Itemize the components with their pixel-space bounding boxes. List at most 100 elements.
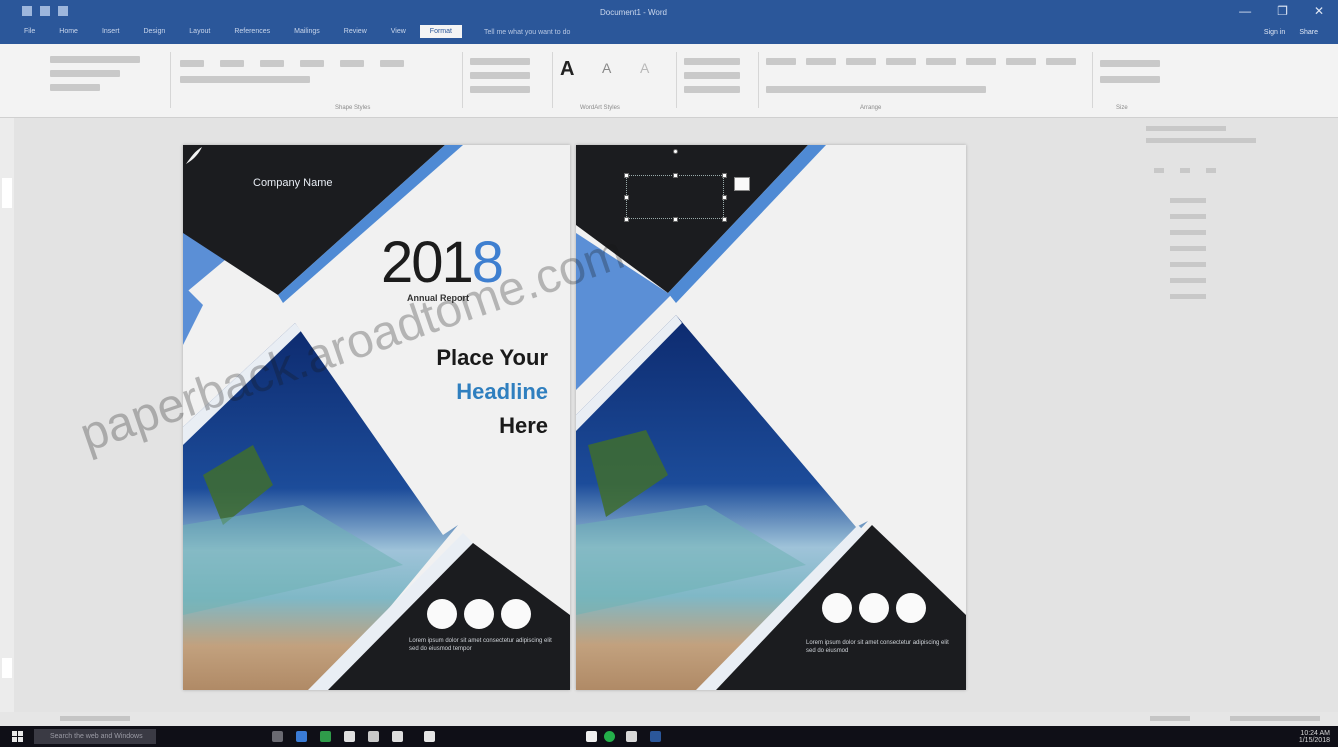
- file-explorer-icon[interactable]: [368, 731, 379, 742]
- pane-list-item[interactable]: [1170, 262, 1206, 267]
- wordart-style-black-a[interactable]: A: [560, 58, 574, 81]
- tab-view[interactable]: View: [381, 25, 416, 38]
- close-button[interactable]: ✕: [1314, 4, 1324, 18]
- app-icon[interactable]: [586, 731, 597, 742]
- shapes-gallery[interactable]: [50, 56, 140, 63]
- rotate-handle[interactable]: [673, 149, 678, 154]
- windows-start-icon[interactable]: [12, 731, 23, 742]
- sign-in-link[interactable]: Sign in: [1264, 29, 1285, 36]
- resize-handle[interactable]: [673, 217, 678, 222]
- create-link-button[interactable]: [684, 86, 740, 93]
- pane-list-item[interactable]: [1170, 230, 1206, 235]
- pane-list-item[interactable]: [1170, 294, 1206, 299]
- tab-review[interactable]: Review: [334, 25, 377, 38]
- tab-home[interactable]: Home: [49, 25, 88, 38]
- tab-format[interactable]: Format: [419, 25, 462, 38]
- side-pane: [1140, 118, 1300, 318]
- resize-handle[interactable]: [722, 173, 727, 178]
- undo-icon[interactable]: [40, 6, 50, 16]
- resize-handle[interactable]: [624, 173, 629, 178]
- word-taskbar-icon[interactable]: [650, 731, 661, 742]
- pane-list-item[interactable]: [1170, 198, 1206, 203]
- shape-style-4[interactable]: [300, 60, 324, 67]
- tab-design[interactable]: Design: [133, 25, 175, 38]
- layout-options-icon[interactable]: [734, 177, 750, 191]
- tell-me-box[interactable]: Tell me what you want to do: [484, 29, 570, 36]
- system-tray-clock[interactable]: 10:24 AM 1/15/2018: [1299, 730, 1330, 744]
- company-name: Company Name: [253, 177, 333, 189]
- save-icon[interactable]: [22, 6, 32, 16]
- resize-handle[interactable]: [673, 173, 678, 178]
- headline-line-2: Headline: [456, 379, 548, 404]
- app-icon[interactable]: [392, 731, 403, 742]
- align-button[interactable]: [966, 58, 996, 65]
- pane-option[interactable]: [1206, 168, 1216, 173]
- chrome-icon[interactable]: [604, 731, 615, 742]
- view-buttons[interactable]: [1150, 716, 1190, 721]
- text-box-button[interactable]: [50, 84, 100, 91]
- bring-forward-button[interactable]: [846, 58, 876, 65]
- store-icon[interactable]: [344, 731, 355, 742]
- text-outline-icon[interactable]: A: [640, 60, 649, 76]
- shape-width-input[interactable]: [1100, 76, 1160, 83]
- shape-effects-dropdown[interactable]: [470, 86, 530, 93]
- document-page-1[interactable]: Company Name 2018 Annual Report Place Yo…: [183, 145, 570, 690]
- task-view-icon[interactable]: [272, 731, 283, 742]
- app-icon[interactable]: [626, 731, 637, 742]
- resize-handle[interactable]: [624, 217, 629, 222]
- send-backward-button[interactable]: [886, 58, 916, 65]
- maximize-button[interactable]: ❐: [1277, 4, 1288, 18]
- group-label-arrange: Arrange: [860, 105, 882, 111]
- edit-shape-button[interactable]: [50, 70, 120, 77]
- tab-layout[interactable]: Layout: [179, 25, 220, 38]
- rotate-button[interactable]: [1046, 58, 1076, 65]
- pane-option[interactable]: [1154, 168, 1164, 173]
- resize-handle[interactable]: [722, 217, 727, 222]
- app-icon[interactable]: [320, 731, 331, 742]
- arrange-group: [766, 50, 1086, 112]
- cover-blurb-text: Lorem ipsum dolor sit amet consectetur a…: [806, 640, 949, 654]
- resize-handle[interactable]: [624, 195, 629, 200]
- report-year: 2018: [381, 229, 504, 296]
- resize-handle[interactable]: [722, 195, 727, 200]
- tab-references[interactable]: References: [224, 25, 280, 38]
- word-window: Document1 - Word — ❐ ✕ File Home Insert …: [0, 0, 1338, 747]
- shape-fill-button[interactable]: [180, 76, 310, 83]
- shape-style-6[interactable]: [380, 60, 404, 67]
- shape-style-1[interactable]: [180, 60, 204, 67]
- align-text-button[interactable]: [684, 72, 740, 79]
- cover-blurb-text: Lorem ipsum dolor sit amet consectetur a…: [409, 638, 552, 652]
- redo-icon[interactable]: [58, 6, 68, 16]
- tab-file[interactable]: File: [14, 25, 45, 38]
- wrap-text-button[interactable]: [806, 58, 836, 65]
- shape-style-5[interactable]: [340, 60, 364, 67]
- tab-mailings[interactable]: Mailings: [284, 25, 330, 38]
- cloud-icon[interactable]: [424, 731, 435, 742]
- size-group: [1100, 50, 1180, 112]
- minimize-button[interactable]: —: [1239, 4, 1251, 18]
- text-direction-button[interactable]: [684, 58, 740, 65]
- zoom-slider[interactable]: [1230, 716, 1320, 721]
- insert-shapes-group: [40, 50, 160, 112]
- pane-list-item[interactable]: [1170, 246, 1206, 251]
- selected-text-box[interactable]: [626, 175, 724, 219]
- pane-option[interactable]: [1180, 168, 1190, 173]
- shape-fill-dropdown[interactable]: [470, 58, 530, 65]
- edge-browser-icon[interactable]: [296, 731, 307, 742]
- pane-list-item[interactable]: [1170, 214, 1206, 219]
- share-button[interactable]: Share: [1299, 29, 1318, 36]
- taskbar-search-box[interactable]: Search the web and Windows: [34, 729, 156, 744]
- tab-insert[interactable]: Insert: [92, 25, 130, 38]
- selection-pane-button[interactable]: [926, 58, 956, 65]
- text-fill-icon[interactable]: A: [602, 60, 611, 76]
- shape-outline-dropdown[interactable]: [470, 72, 530, 79]
- status-bar: [0, 712, 1338, 726]
- pane-list-item[interactable]: [1170, 278, 1206, 283]
- ruler-margin-marker: [2, 658, 12, 678]
- shape-height-input[interactable]: [1100, 60, 1160, 67]
- shape-style-3[interactable]: [260, 60, 284, 67]
- document-page-2[interactable]: Lorem ipsum dolor sit amet consectetur a…: [576, 145, 966, 690]
- shape-style-2[interactable]: [220, 60, 244, 67]
- group-button[interactable]: [1006, 58, 1036, 65]
- position-button[interactable]: [766, 58, 796, 65]
